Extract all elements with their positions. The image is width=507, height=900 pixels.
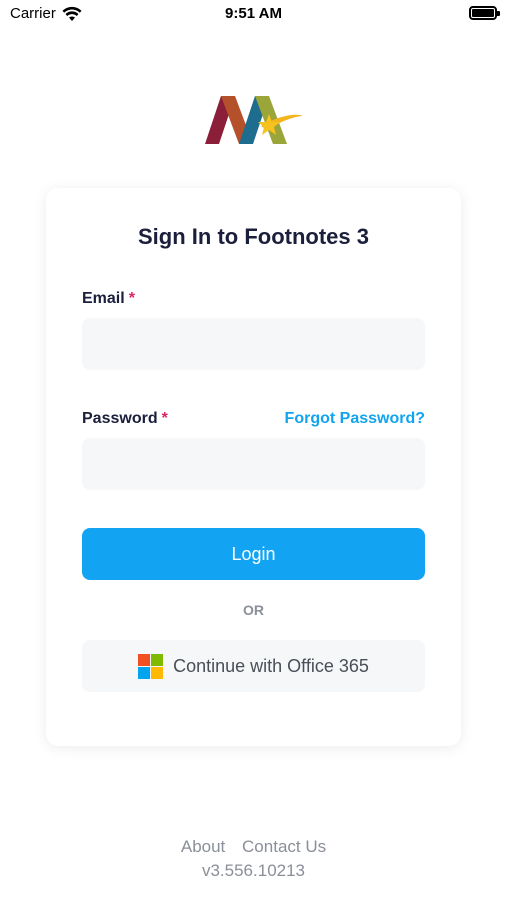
login-button[interactable]: Login — [82, 528, 425, 580]
about-link[interactable]: About — [181, 837, 225, 856]
status-time: 9:51 AM — [225, 5, 282, 22]
app-logo — [205, 96, 303, 144]
page-title: Sign In to Footnotes 3 — [138, 224, 369, 249]
footer-links: About Contact Us — [0, 837, 507, 857]
microsoft-icon — [138, 653, 164, 679]
password-field[interactable] — [82, 438, 425, 490]
office365-button-label: Continue with Office 365 — [173, 655, 369, 676]
email-label-text: Email — [82, 290, 125, 307]
password-label: Password * — [82, 410, 168, 428]
login-card: Sign In to Footnotes 3 Email * Password * … — [46, 188, 461, 746]
email-field[interactable] — [82, 318, 425, 370]
email-required-mark: * — [128, 290, 135, 307]
office365-button[interactable]: Continue with Office 365 — [82, 640, 425, 692]
forgot-password-link[interactable]: Forgot Password? — [285, 410, 425, 428]
contact-us-link[interactable]: Contact Us — [242, 837, 326, 856]
email-label: Email * — [82, 290, 135, 308]
status-bar: Carrier 9:51 AM — [0, 0, 507, 30]
battery-icon — [469, 6, 500, 20]
password-label-text: Password — [82, 410, 158, 427]
password-required-mark: * — [161, 410, 168, 427]
app-version: v3.556.10213 — [201, 861, 306, 880]
or-divider: OR — [243, 602, 264, 618]
battery-level — [472, 9, 494, 17]
